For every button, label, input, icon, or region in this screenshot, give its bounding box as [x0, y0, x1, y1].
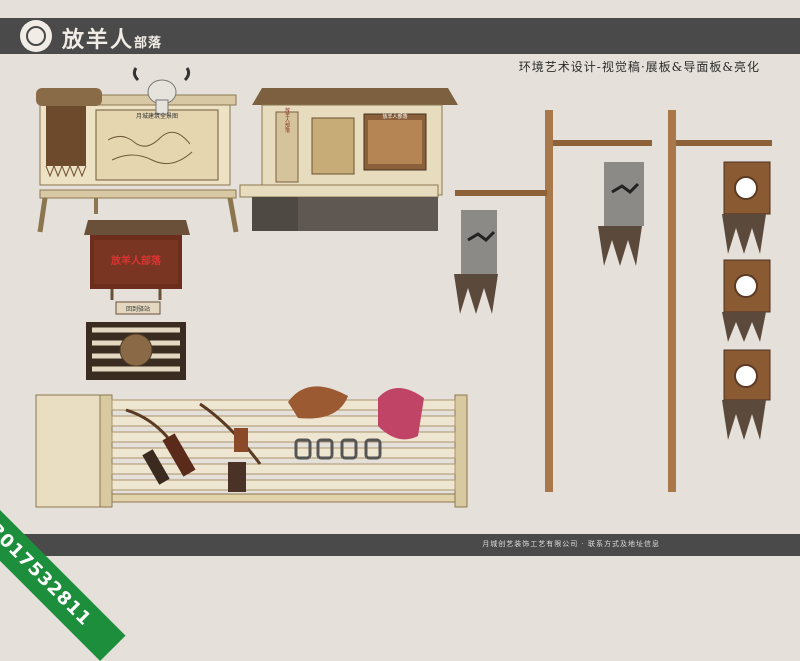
map-board-title: 月城建筑全景图 — [136, 112, 178, 120]
hut-sign-text: 放羊人部落 — [110, 254, 162, 267]
arrow-sign-text: 回到驿站 — [126, 305, 150, 313]
kiosk-side-text: 放羊人部落 — [284, 107, 290, 134]
kiosk-panel-title: 放羊人部落 — [382, 113, 407, 120]
info-kiosk — [239, 88, 458, 231]
footer-text: 月城创艺装饰工艺有限公司 · 联系方式及地址信息 — [482, 540, 660, 548]
artwork-canvas: 月城建筑全景图 放羊人部落 放羊人部落 放羊人部落 回到驿站 — [35, 67, 772, 508]
equipment-display-wall — [35, 386, 468, 508]
lantern-pole-right — [668, 110, 772, 492]
map-board — [36, 67, 239, 233]
hut-sign — [84, 220, 190, 380]
footer-bar: 月城创艺装饰工艺有限公司 · 联系方式及地址信息 — [0, 534, 800, 556]
banner-pole-left — [454, 110, 652, 492]
